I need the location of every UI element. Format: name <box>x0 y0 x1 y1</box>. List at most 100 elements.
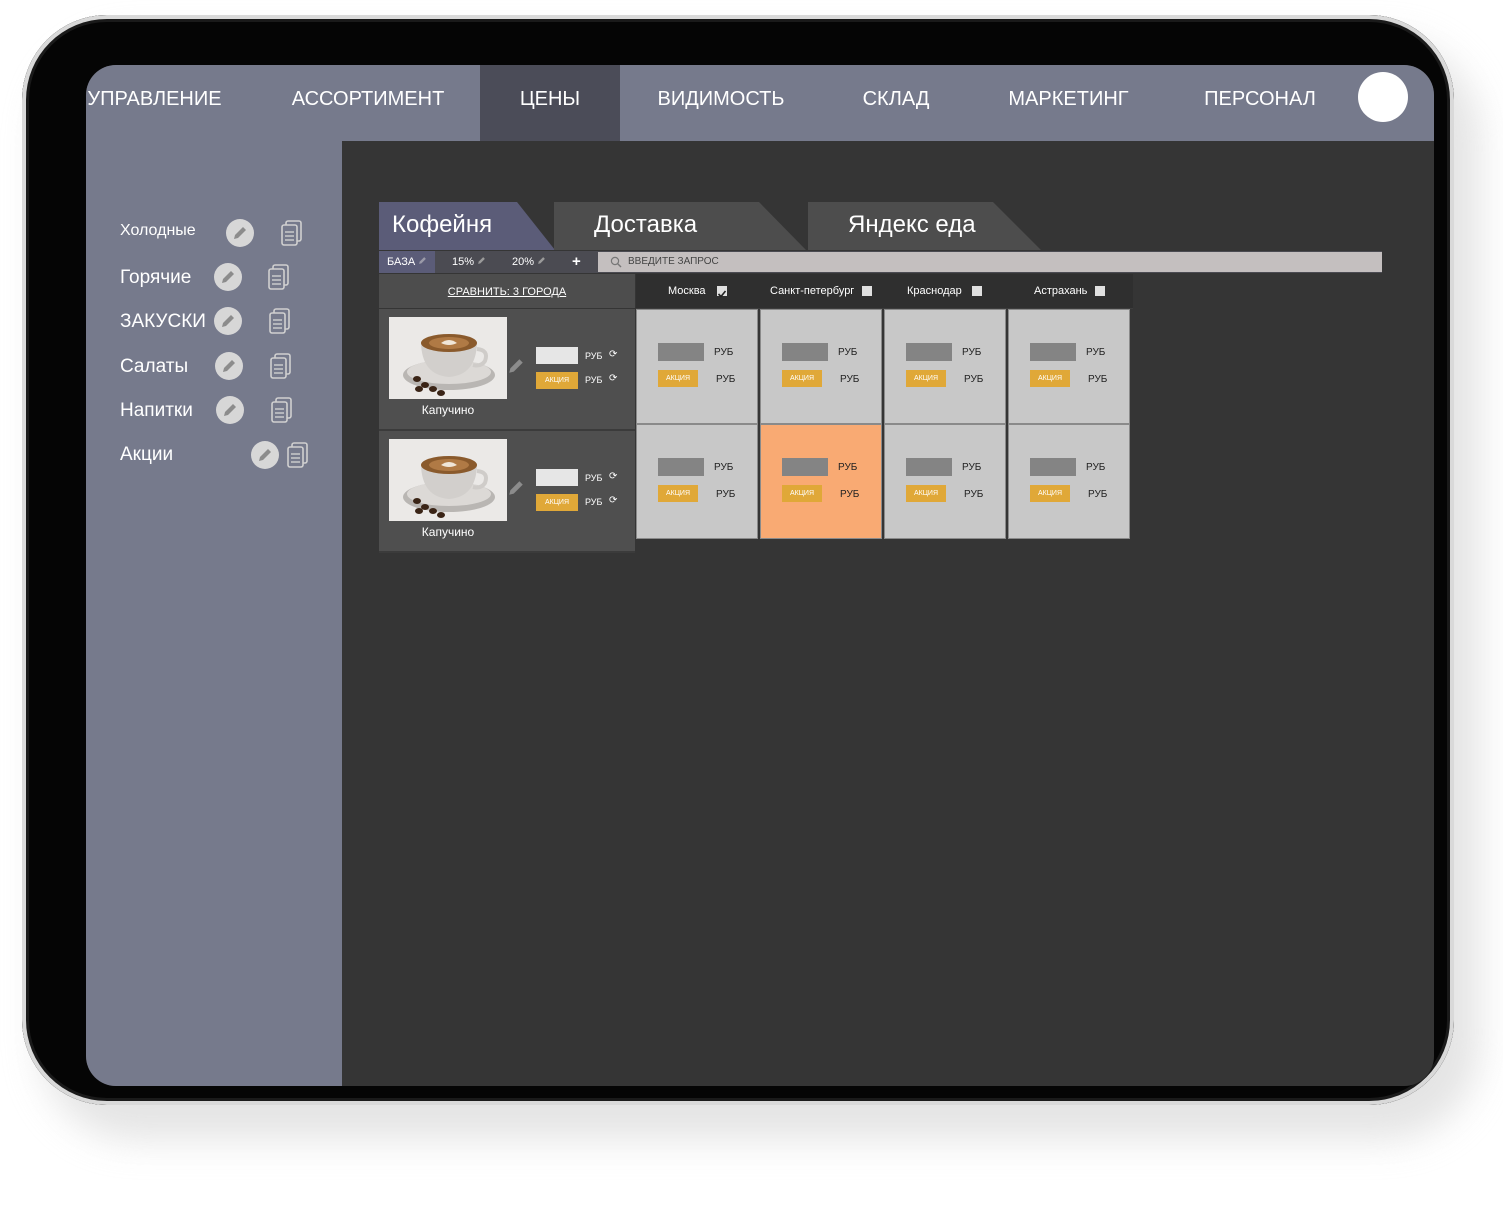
price-cell: РУБ АКЦИЯ РУБ <box>760 309 882 424</box>
city-price-input[interactable] <box>1030 458 1076 476</box>
avatar[interactable] <box>1358 72 1408 122</box>
product-row: Капучино РУБ ⟳ АКЦИЯ РУБ ⟳ <box>379 309 635 431</box>
city-price-input[interactable] <box>906 458 952 476</box>
sidebar-item-drinks[interactable]: Напитки <box>120 400 193 422</box>
city-promo-input[interactable]: АКЦИЯ <box>1030 370 1070 387</box>
edit-pencil-icon[interactable] <box>507 479 525 497</box>
currency-label: РУБ <box>714 347 734 358</box>
city-checkbox-astrakhan[interactable] <box>1095 286 1105 296</box>
city-checkbox-spb[interactable] <box>862 286 872 296</box>
price-level-15[interactable]: 15% <box>452 251 486 273</box>
price-cell: РУБ АКЦИЯ РУБ <box>1008 424 1130 539</box>
tab-label: Кофейня <box>392 211 493 238</box>
copy-document-icon[interactable] <box>269 352 293 380</box>
city-spb: Санкт-петербург <box>770 285 855 297</box>
sidebar: Холодные Горячие ЗАКУСКИ Салаты Напитки … <box>86 141 342 1086</box>
city-checkbox-moscow[interactable] <box>717 286 727 298</box>
edit-pencil-icon[interactable] <box>214 263 242 291</box>
product-photo <box>389 317 507 399</box>
nav-prices[interactable]: ЦЕНЫ <box>480 65 620 141</box>
currency-label: РУБ <box>964 489 984 500</box>
sidebar-item-hot[interactable]: Горячие <box>120 267 191 289</box>
sidebar-item-cold[interactable]: Холодные <box>120 222 196 240</box>
city-price-input[interactable] <box>658 458 704 476</box>
tab-label: Яндекс еда <box>848 211 976 238</box>
product-photo <box>389 439 507 521</box>
price-level-base[interactable]: БАЗА <box>379 251 436 273</box>
currency-label: РУБ <box>838 462 858 473</box>
nav-management[interactable]: УПРАВЛЕНИЕ <box>86 65 223 141</box>
edit-pencil-icon[interactable] <box>216 396 244 424</box>
refresh-icon[interactable]: ⟳ <box>609 349 617 360</box>
tab-delivery[interactable]: Доставка <box>554 202 814 250</box>
city-promo-input[interactable]: АКЦИЯ <box>906 485 946 502</box>
currency-label: РУБ <box>964 374 984 385</box>
nav-marketing[interactable]: МАРКЕТИНГ <box>996 65 1141 141</box>
price-cell-highlighted: РУБ АКЦИЯ РУБ <box>760 424 882 539</box>
edit-pencil-icon[interactable] <box>507 357 525 375</box>
promo-price-input[interactable]: АКЦИЯ <box>536 372 578 389</box>
currency-label: РУБ <box>585 473 603 483</box>
product-name: Капучино <box>421 403 475 417</box>
city-promo-input[interactable]: АКЦИЯ <box>782 485 822 502</box>
city-promo-input[interactable]: АКЦИЯ <box>658 370 698 387</box>
base-price-input[interactable] <box>536 469 578 486</box>
compare-header: СРАВНИТЬ: 3 ГОРОДА <box>379 274 635 308</box>
city-promo-input[interactable]: АКЦИЯ <box>906 370 946 387</box>
city-price-input[interactable] <box>658 343 704 361</box>
tablet-frame: УПРАВЛЕНИЕ АССОРТИМЕНТ ЦЕНЫ ВИДИМОСТЬ СК… <box>22 15 1454 1105</box>
add-price-level-button[interactable]: + <box>572 251 581 273</box>
search-bar[interactable]: ВВЕДИТЕ ЗАПРОС <box>598 252 1382 272</box>
city-promo-input[interactable]: АКЦИЯ <box>782 370 822 387</box>
search-input[interactable]: ВВЕДИТЕ ЗАПРОС <box>628 256 719 267</box>
refresh-icon[interactable]: ⟳ <box>609 471 617 482</box>
price-cell: РУБ АКЦИЯ РУБ <box>636 309 758 424</box>
product-row: Капучино РУБ ⟳ АКЦИЯ РУБ ⟳ <box>379 431 635 553</box>
city-price-input[interactable] <box>1030 343 1076 361</box>
currency-label: РУБ <box>1086 347 1106 358</box>
tab-label: Доставка <box>594 211 698 238</box>
screen: УПРАВЛЕНИЕ АССОРТИМЕНТ ЦЕНЫ ВИДИМОСТЬ СК… <box>86 65 1434 1086</box>
currency-label: РУБ <box>1086 462 1106 473</box>
city-price-input[interactable] <box>782 458 828 476</box>
copy-document-icon[interactable] <box>267 263 291 291</box>
currency-label: РУБ <box>714 462 734 473</box>
sidebar-item-snacks[interactable]: ЗАКУСКИ <box>120 311 206 333</box>
sidebar-item-salads[interactable]: Салаты <box>120 356 188 378</box>
city-price-input[interactable] <box>782 343 828 361</box>
edit-pencil-icon[interactable] <box>251 441 279 469</box>
currency-label: РУБ <box>716 489 736 500</box>
city-moscow: Москва <box>668 285 706 297</box>
sidebar-item-promotions[interactable]: Акции <box>120 444 173 466</box>
base-price-input[interactable] <box>536 347 578 364</box>
edit-pencil-icon[interactable] <box>226 219 254 247</box>
price-cell: РУБ АКЦИЯ РУБ <box>1008 309 1130 424</box>
city-price-input[interactable] <box>906 343 952 361</box>
city-promo-input[interactable]: АКЦИЯ <box>658 485 698 502</box>
copy-document-icon[interactable] <box>286 441 310 469</box>
edit-pencil-icon[interactable] <box>215 352 243 380</box>
compare-cities-link[interactable]: СРАВНИТЬ: 3 ГОРОДА <box>448 286 566 298</box>
price-cell: РУБ АКЦИЯ РУБ <box>884 424 1006 539</box>
city-checkbox-krasnodar[interactable] <box>972 286 982 296</box>
tab-coffee-shop[interactable]: Кофейня <box>379 202 559 250</box>
promo-price-input[interactable]: АКЦИЯ <box>536 494 578 511</box>
price-level-20[interactable]: 20% <box>512 251 546 273</box>
refresh-icon[interactable]: ⟳ <box>609 373 617 384</box>
refresh-icon[interactable]: ⟳ <box>609 495 617 506</box>
copy-document-icon[interactable] <box>280 219 304 247</box>
copy-document-icon[interactable] <box>268 307 292 335</box>
edit-pencil-icon[interactable] <box>214 307 242 335</box>
city-promo-input[interactable]: АКЦИЯ <box>1030 485 1070 502</box>
nav-assortment[interactable]: АССОРТИМЕНТ <box>278 65 458 141</box>
tab-yandex-eda[interactable]: Яндекс еда <box>808 202 1048 250</box>
search-icon <box>610 256 622 268</box>
currency-label: РУБ <box>840 489 860 500</box>
currency-label: РУБ <box>585 351 603 361</box>
currency-label: РУБ <box>962 347 982 358</box>
nav-visibility[interactable]: ВИДИМОСТЬ <box>646 65 796 141</box>
copy-document-icon[interactable] <box>270 396 294 424</box>
nav-staff[interactable]: ПЕРСОНАЛ <box>1194 65 1326 141</box>
city-krasnodar: Краснодар <box>907 285 962 297</box>
nav-warehouse[interactable]: СКЛАД <box>846 65 946 141</box>
